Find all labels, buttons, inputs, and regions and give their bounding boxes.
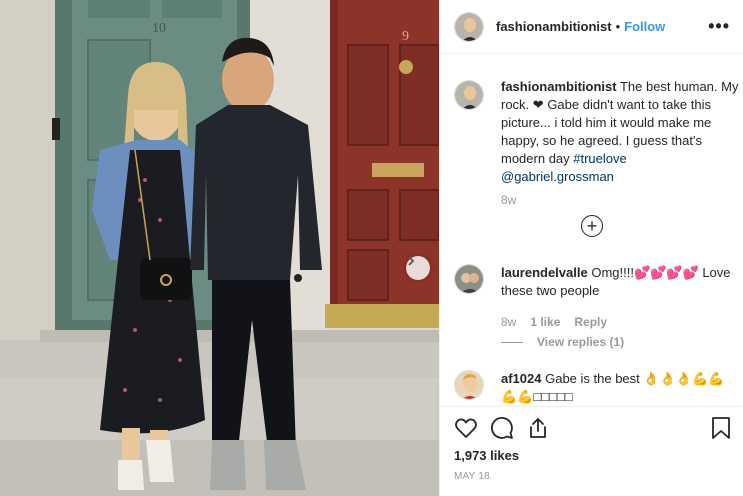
load-more-comments-button[interactable]: +	[581, 215, 603, 237]
caption-username[interactable]: fashionambitionist	[501, 79, 617, 94]
couple-photo-illustration: 10 9	[0, 0, 439, 496]
comment-text: af1024 Gabe is the best 👌👌👌💪💪💪💪□□□□□	[501, 370, 736, 406]
view-replies-button[interactable]: View replies (1)	[501, 335, 624, 349]
hashtag-link[interactable]: #truelove	[573, 151, 626, 166]
comment-username[interactable]: af1024	[501, 371, 541, 386]
comment-avatar[interactable]	[454, 370, 484, 400]
replies-divider	[501, 341, 523, 343]
comment-avatar[interactable]	[454, 264, 484, 294]
more-icon[interactable]: •••	[708, 17, 730, 35]
door-number-right: 9	[402, 29, 409, 44]
mention-link[interactable]: @gabriel.grossman	[501, 169, 614, 184]
heart-emoji: ❤	[532, 97, 544, 112]
door-number-left: 10	[152, 21, 166, 36]
chevron-right-icon	[408, 256, 415, 266]
comment-text: laurendelvalle Omg!!!!💕💕💕💕 Love these tw…	[501, 264, 736, 300]
bookmark-icon[interactable]	[710, 416, 732, 440]
post-actions: 1,973 likes MAY 18	[440, 406, 743, 496]
comment-timestamp[interactable]: 8w	[501, 315, 516, 329]
separator-dot: •	[615, 19, 621, 34]
comment-likes[interactable]: 1 like	[530, 315, 560, 329]
post-header: fashionambitionist • Follow •••	[440, 0, 743, 54]
comment-meta: 8w 1 like Reply	[501, 315, 607, 329]
comment-icon[interactable]	[490, 416, 514, 440]
post-photo[interactable]: 10 9	[0, 0, 439, 496]
comment-username[interactable]: laurendelvalle	[501, 265, 588, 280]
plus-circle-icon: +	[586, 216, 598, 236]
author-avatar[interactable]	[454, 11, 484, 42]
post-sidebar: fashionambitionist • Follow ••• fashiona…	[439, 0, 743, 496]
follow-button[interactable]: Follow	[624, 19, 665, 34]
caption-timestamp[interactable]: 8w	[501, 193, 516, 207]
share-icon[interactable]	[526, 416, 550, 440]
heart-icon[interactable]	[454, 416, 478, 440]
caption-text: fashionambitionist The best human. My ro…	[501, 78, 741, 186]
post-date[interactable]: MAY 18	[454, 471, 490, 482]
likes-count[interactable]: 1,973 likes	[454, 448, 519, 463]
caption-avatar[interactable]	[454, 80, 484, 110]
reply-button[interactable]: Reply	[574, 315, 607, 329]
author-username[interactable]: fashionambitionist	[496, 19, 612, 34]
view-replies-label: View replies (1)	[537, 335, 625, 349]
next-photo-button[interactable]	[406, 256, 430, 280]
